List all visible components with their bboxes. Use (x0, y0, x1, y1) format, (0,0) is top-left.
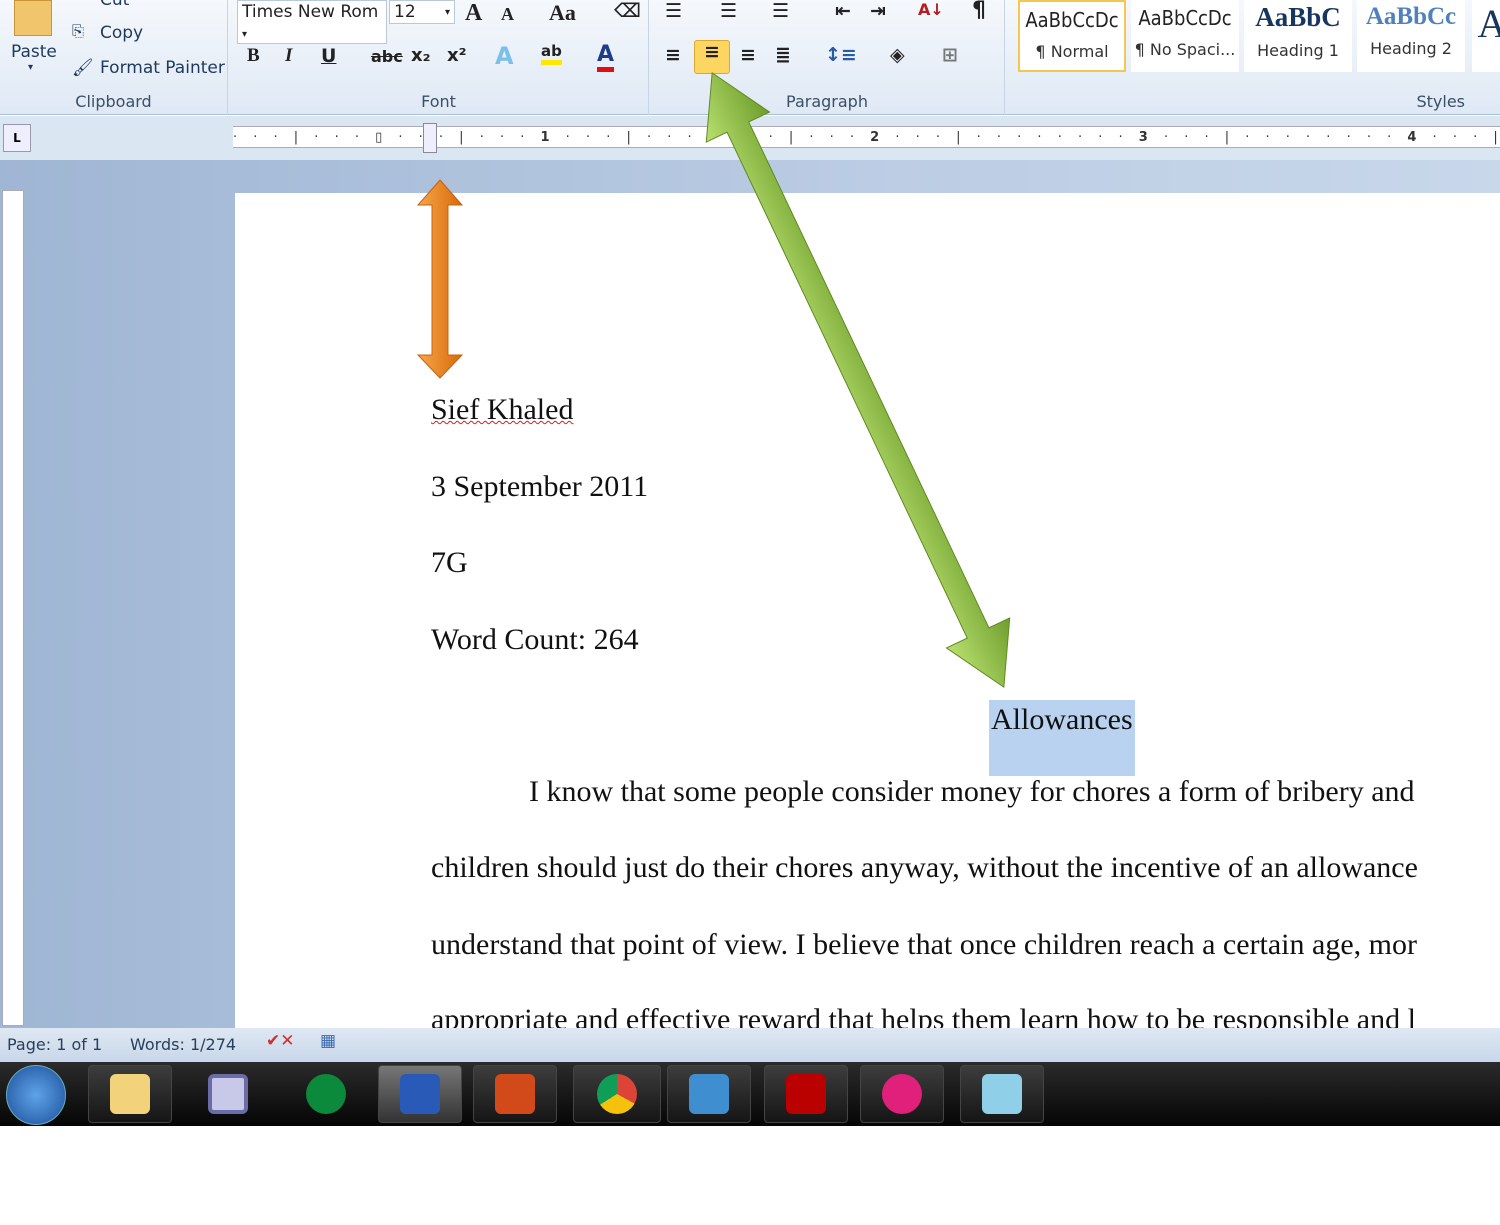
word-count-indicator[interactable]: Words: 1/274 (130, 1035, 236, 1054)
proofing-icon[interactable]: ✔✕ (266, 1031, 295, 1051)
word-taskbar-icon[interactable] (378, 1065, 462, 1123)
bittorrent-taskbar-icon[interactable] (284, 1065, 368, 1123)
n-app-taskbar-icon[interactable] (860, 1065, 944, 1123)
start-button[interactable] (6, 1065, 66, 1125)
photo-viewer-taskbar-icon[interactable] (667, 1065, 751, 1123)
orange-double-arrow (416, 179, 464, 379)
status-bar: Page: 1 of 1 Words: 1/274 ✔✕ ▦ (0, 1028, 1500, 1062)
app-taskbar-icon[interactable] (186, 1065, 270, 1123)
notepad-taskbar-icon[interactable] (960, 1065, 1044, 1123)
chrome-taskbar-icon[interactable] (573, 1065, 661, 1123)
taskbar (0, 1062, 1500, 1126)
powerpoint-taskbar-icon[interactable] (473, 1065, 557, 1123)
green-double-arrow (705, 71, 1011, 689)
explorer-taskbar-icon[interactable] (88, 1065, 172, 1123)
page-indicator[interactable]: Page: 1 of 1 (7, 1035, 102, 1054)
acrobat-taskbar-icon[interactable] (764, 1065, 848, 1123)
macro-icon[interactable]: ▦ (320, 1031, 336, 1051)
